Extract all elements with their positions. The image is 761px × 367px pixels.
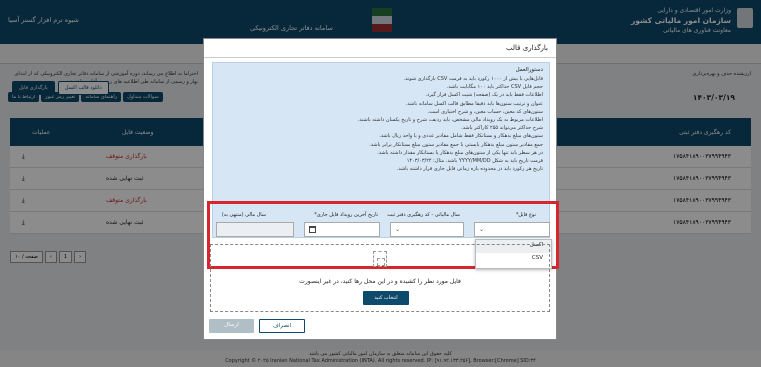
instruction-item: حجم فایل CSV حداکثر باید ۱۰۰ مگابایت باش… <box>446 84 543 91</box>
file-upload-icon <box>373 251 387 267</box>
file-dropzone[interactable]: فایل مورد نظر را کشیده و در این محل رها … <box>210 244 550 312</box>
upload-template-modal: بارگذاری قالب دستورالعمل فایل‌هایی با بی… <box>203 38 559 340</box>
cancel-button[interactable]: انصراف <box>259 319 305 333</box>
chevron-down-icon: ⌄ <box>395 226 401 233</box>
fiscal-year-end-input[interactable] <box>216 222 294 237</box>
modal-title: بارگذاری قالب <box>506 44 548 52</box>
calendar-icon <box>309 226 316 233</box>
file-type-label: نوع فایل* <box>515 212 536 218</box>
last-event-date-input[interactable] <box>304 222 380 237</box>
modal-divider <box>204 57 556 58</box>
fiscal-year-end-label: سال مالی (منتهی به) <box>221 212 266 218</box>
instruction-item: در هر سطر باید تنها یکی از ستون‌های مبلغ… <box>377 149 543 156</box>
instruction-item: فرمت تاریخ باید به شکل YYYY/MM/DD باشد. … <box>406 158 543 165</box>
fiscal-year-label: سال مالیاتی - کد رهگیری دفتر ثبت <box>387 212 460 218</box>
instruction-item: ستون‌های مبلغ بدهکار و بستانکار فقط شامل… <box>379 133 543 140</box>
send-button[interactable]: ارسال <box>209 319 254 333</box>
instruction-item: فایل‌هایی با بیش از ۱۰۰۰ رکورد باید به ف… <box>403 76 543 82</box>
instruction-item: شرح حداکثر می‌تواند ۲۵۵ کاراکتر باشد. <box>461 125 543 132</box>
instructions-list: فایل‌هایی با بیش از ۱۰۰۰ رکورد باید به ف… <box>219 75 543 173</box>
instruction-item: جمع مقادیر ستون مبلغ بدهکار بایستی با جم… <box>369 141 543 148</box>
file-type-select[interactable]: ⌄ <box>474 222 550 237</box>
instruction-item: عنوان و ترتیب ستون‌ها باید دقیقا مطابق ق… <box>405 100 543 107</box>
instruction-item: ستون‌های کد معین، حساب معین، و شرح اختیا… <box>427 108 543 115</box>
instruction-item: تاریخ هر رکورد باید در محدوده بازه زمانی… <box>396 166 543 173</box>
instruction-item: اطلاعات فقط باید در یک (صفحه) شیت اکسل ق… <box>425 92 543 99</box>
instructions-title: دستورالعمل <box>515 67 543 73</box>
last-event-date-label: تاریخ آخرین رویداد فایل جاری* <box>314 212 378 218</box>
fiscal-year-select[interactable]: ⌄ <box>390 222 464 237</box>
chevron-down-icon: ⌄ <box>479 226 485 233</box>
choose-file-button[interactable]: انتخاب کنید <box>363 291 409 305</box>
instruction-item: اطلاعات مربوط به یک رویداد مالی مشخص، با… <box>357 117 543 124</box>
dropzone-text: فایل مورد نظر را کشیده و در این محل رها … <box>299 278 461 285</box>
